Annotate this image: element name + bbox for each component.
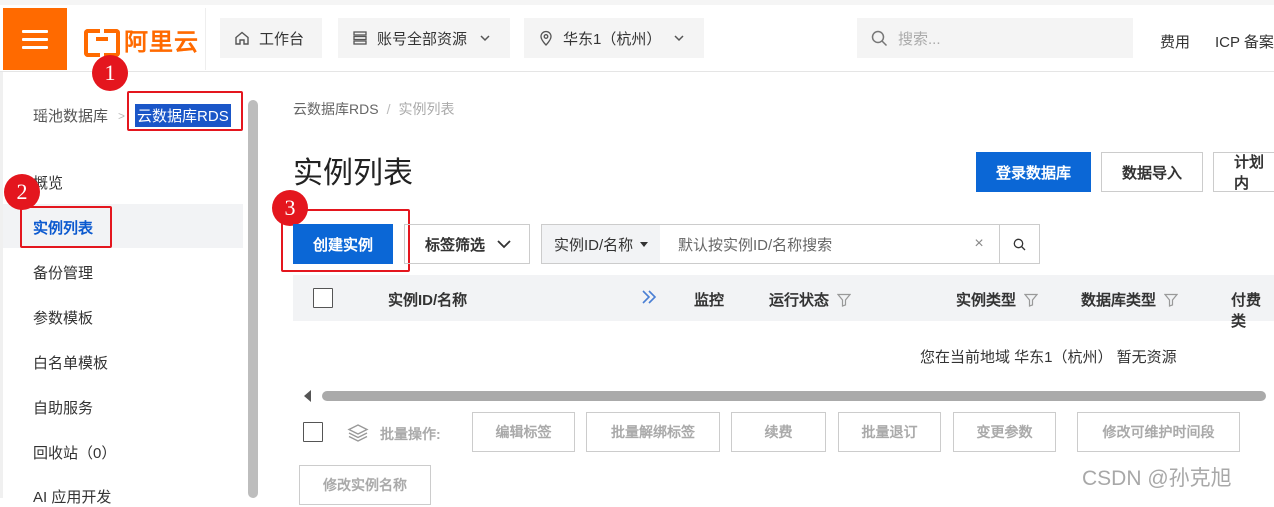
sidebar-item-self-service[interactable]: 自助服务	[33, 397, 93, 418]
location-pin-icon	[540, 30, 552, 46]
aliyun-logo[interactable]: 阿里云	[84, 24, 199, 57]
rename-instance-button[interactable]: 修改实例名称	[299, 465, 431, 505]
workbench-label: 工作台	[259, 30, 305, 48]
column-label: 运行状态	[769, 292, 830, 309]
menu-button[interactable]	[3, 8, 67, 70]
search-button[interactable]	[999, 225, 1039, 263]
empty-state-text: 您在当前地域 华东1（杭州） 暂无资源	[920, 349, 1177, 366]
logo-text: 阿里云	[124, 28, 199, 56]
column-label: 实例ID/名称	[388, 292, 468, 309]
search-icon	[1013, 238, 1026, 250]
select-all-checkbox[interactable]	[313, 288, 333, 308]
search-field-select[interactable]: 实例ID/名称	[542, 225, 660, 263]
column-label: 付费类	[1231, 292, 1262, 330]
batch-unbind-tags-button[interactable]: 批量解绑标签	[586, 412, 720, 452]
scroll-left-arrow-icon[interactable]	[304, 390, 311, 402]
table-horizontal-scrollbar[interactable]	[322, 391, 1266, 401]
chevron-down-icon	[497, 240, 511, 249]
annotation-box-2	[20, 206, 112, 248]
breadcrumb-polardb[interactable]: 瑶池数据库	[33, 105, 108, 126]
sidebar-item-ai-dev[interactable]: AI 应用开发	[33, 486, 111, 507]
window-edge	[0, 0, 1274, 5]
resources-dropdown[interactable]: 账号全部资源	[338, 18, 510, 58]
change-params-button[interactable]: 变更参数	[953, 412, 1056, 452]
batch-operation-label: 批量操作:	[380, 426, 441, 442]
filter-icon[interactable]	[1164, 293, 1179, 307]
region-dropdown[interactable]: 华东1（杭州）	[524, 18, 704, 58]
tag-filter-label: 标签筛选	[425, 236, 486, 254]
breadcrumb-separator: /	[386, 101, 391, 117]
watermark: CSDN @孙克旭	[1082, 467, 1232, 490]
search-icon	[871, 30, 888, 46]
tag-filter-dropdown[interactable]: 标签筛选	[404, 224, 530, 264]
batch-unsubscribe-button[interactable]: 批量退订	[838, 412, 941, 452]
hamburger-icon	[22, 25, 48, 54]
annotation-badge-3: 3	[272, 190, 308, 226]
page-title: 实例列表	[293, 157, 413, 190]
resources-label: 账号全部资源	[377, 30, 468, 48]
sidebar-item-recycle-bin[interactable]: 回收站（0）	[33, 442, 116, 463]
sidebar	[0, 72, 262, 498]
region-label: 华东1（杭州）	[563, 30, 662, 48]
planned-button[interactable]: 计划内	[1213, 152, 1274, 192]
data-import-button[interactable]: 数据导入	[1101, 152, 1203, 192]
column-instance-type: 实例类型	[956, 289, 1039, 310]
login-database-button[interactable]: 登录数据库	[976, 152, 1091, 192]
renew-button[interactable]: 续费	[731, 412, 826, 452]
column-label: 数据库类型	[1081, 292, 1157, 309]
column-db-type: 数据库类型	[1081, 289, 1179, 310]
caret-down-icon	[640, 241, 649, 247]
create-instance-button[interactable]: 创建实例	[293, 224, 393, 264]
filter-icon[interactable]	[1024, 293, 1039, 307]
column-billing: 付费类	[1231, 289, 1274, 331]
sidebar-scrollbar-thumb[interactable]	[248, 100, 258, 498]
column-label: 监控	[694, 292, 725, 309]
sidebar-edge	[0, 72, 3, 498]
instance-search-input[interactable]: 默认按实例ID/名称搜索	[660, 234, 959, 255]
workbench-button[interactable]: 工作台	[220, 18, 322, 58]
breadcrumb-rds-link[interactable]: 云数据库RDS	[293, 101, 379, 117]
breadcrumb: 云数据库RDS / 实例列表	[293, 99, 454, 119]
stack-icon	[347, 424, 369, 442]
icp-link[interactable]: ICP 备案	[1215, 31, 1274, 52]
billing-link[interactable]: 费用	[1160, 31, 1190, 52]
annotation-badge-2: 2	[4, 174, 40, 210]
sidebar-item-param-templates[interactable]: 参数模板	[33, 307, 93, 328]
home-icon	[235, 31, 249, 45]
filter-icon[interactable]	[837, 293, 852, 307]
column-status: 运行状态	[769, 289, 852, 310]
sidebar-item-backup[interactable]: 备份管理	[33, 262, 93, 283]
search-placeholder: 搜索...	[898, 30, 941, 48]
column-label: 实例类型	[956, 292, 1017, 309]
edit-tags-button[interactable]: 编辑标签	[472, 412, 575, 452]
table-header: 实例ID/名称 监控 运行状态 实例类型 数据库类型 付费类	[293, 275, 1274, 330]
aliyun-logo-icon	[84, 26, 120, 57]
breadcrumb-separator: >	[118, 108, 126, 123]
annotation-box-1	[127, 91, 243, 131]
clear-icon[interactable]: ×	[959, 235, 999, 253]
layers-icon	[353, 31, 367, 45]
sidebar-item-whitelist-templates[interactable]: 白名单模板	[33, 352, 108, 373]
modify-maintenance-window-button[interactable]: 修改可维护时间段	[1077, 412, 1240, 452]
instance-search-group: 实例ID/名称 默认按实例ID/名称搜索 ×	[541, 224, 1040, 264]
expand-columns-icon[interactable]	[633, 290, 657, 304]
chevron-down-icon	[674, 35, 684, 42]
breadcrumb-current: 实例列表	[398, 101, 455, 117]
column-instance-id: 实例ID/名称	[388, 289, 467, 310]
batch-select-checkbox[interactable]	[303, 422, 323, 442]
annotation-badge-1: 1	[92, 55, 128, 91]
divider	[205, 8, 206, 70]
global-search-input[interactable]: 搜索...	[857, 18, 1133, 58]
chevron-down-icon	[480, 35, 490, 42]
search-field-label: 实例ID/名称	[554, 236, 634, 254]
column-monitor: 监控	[694, 289, 724, 310]
